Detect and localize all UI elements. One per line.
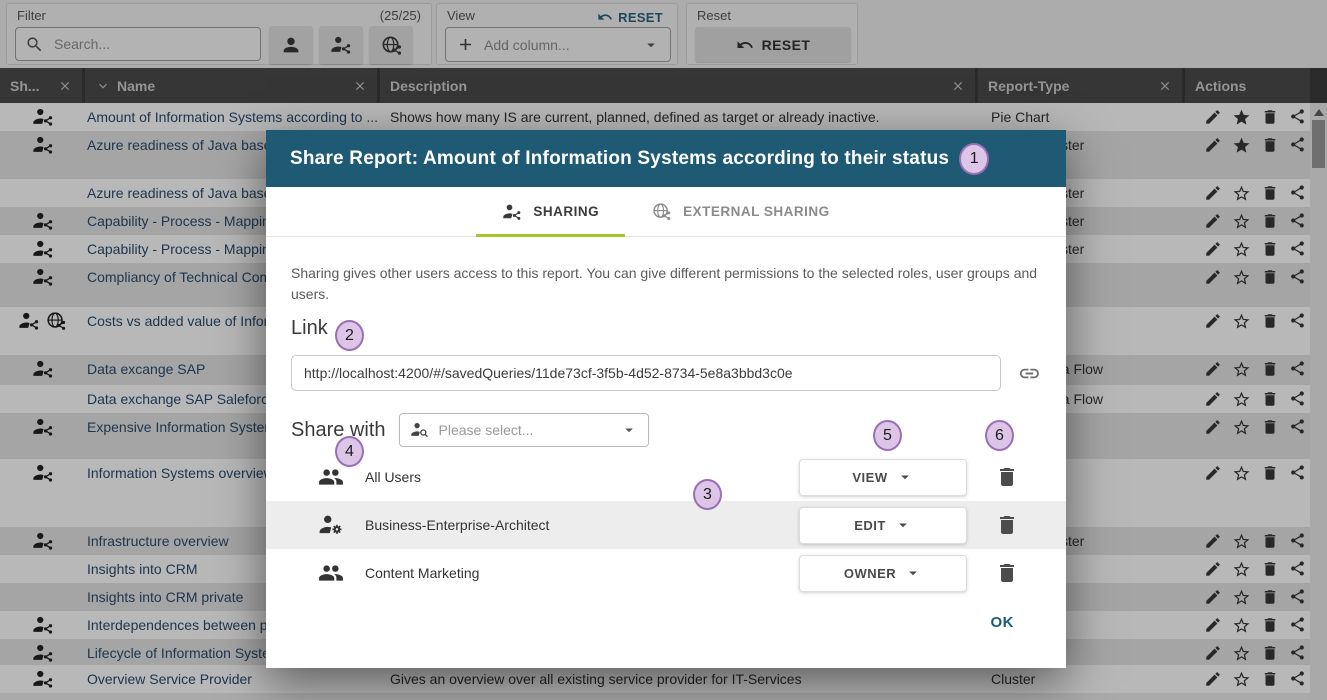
caret-icon [896,468,914,486]
annotation-badge-2: 2 [335,320,364,351]
remove-share-icon[interactable] [995,513,1019,537]
share-select-placeholder: Please select... [439,422,534,438]
tab-sharing[interactable]: SHARING [476,187,625,236]
annotation-badge-5: 5 [873,420,902,451]
ok-button[interactable]: OK [985,613,1021,632]
link-icon[interactable] [1018,362,1041,385]
person-gear-icon [318,512,344,538]
globe-share-icon [651,201,672,222]
link-row [291,355,1041,391]
annotation-badge-3: 3 [693,479,722,510]
permission-dropdown[interactable]: VIEW [799,459,967,496]
share-with-heading: Share with [291,419,386,442]
person-gear-icon [318,512,344,538]
share-target-select[interactable]: Please select... [399,413,649,447]
group-icon [318,464,344,490]
dialog-tabs: SHARING EXTERNAL SHARING [266,187,1066,237]
permission-dropdown[interactable]: EDIT [799,507,967,544]
share-permissions-list: All Users VIEW Business-Enterprise-Archite… [266,453,1066,597]
dialog-title: Share Report: Amount of Information Syst… [290,148,949,170]
group-icon [318,560,344,586]
permission-dropdown[interactable]: OWNER [799,555,967,592]
dialog-body: Sharing gives other users access to this… [266,263,1066,632]
remove-share-icon[interactable] [995,465,1019,489]
trash-icon [995,561,1019,585]
caret-icon [904,564,922,582]
dialog-footer: OK [291,613,1041,632]
share-report-dialog: Share Report: Amount of Information Syst… [266,130,1066,668]
share-link-input[interactable] [291,355,1001,391]
annotation-badge-6: 6 [985,420,1014,451]
share-target-name: All Users [365,469,421,485]
share-permission-row: All Users VIEW [266,453,1066,501]
sharing-description-text: Sharing gives other users access to this… [291,263,1039,305]
dialog-header: Share Report: Amount of Information Syst… [266,130,1066,187]
remove-share-icon[interactable] [995,561,1019,585]
trash-icon [995,513,1019,537]
annotation-badge-1: 1 [959,143,989,175]
link-heading: Link [291,317,1041,340]
annotation-badge-4: 4 [335,436,364,467]
tab-external-sharing[interactable]: EXTERNAL SHARING [625,187,856,236]
caret-icon [894,516,912,534]
person-share-icon [502,202,522,222]
group-icon [318,464,344,490]
share-target-name: Business-Enterprise-Architect [365,517,549,533]
chevron-down-icon [620,421,638,439]
share-permission-row: Business-Enterprise-Architect EDIT [266,501,1066,549]
person-search-icon [410,420,430,440]
share-permission-row: Content Marketing OWNER [266,549,1066,597]
group-icon [318,560,344,586]
share-with-row: Share with Please select... [291,413,1041,447]
share-target-name: Content Marketing [365,565,479,581]
trash-icon [995,465,1019,489]
